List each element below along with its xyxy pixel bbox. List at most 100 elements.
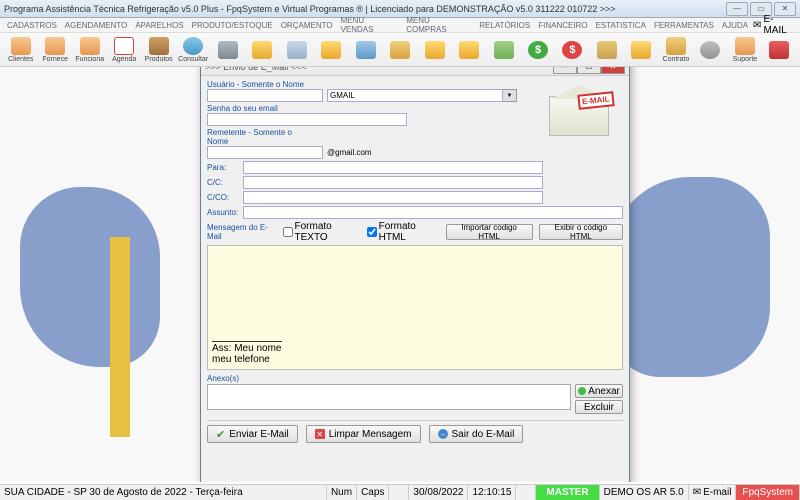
subject-input[interactable] bbox=[243, 206, 623, 219]
menu-email[interactable]: ✉ E-MAIL bbox=[753, 14, 796, 36]
menu-vendas[interactable]: MENU VENDAS bbox=[338, 15, 402, 35]
menu-relatorios[interactable]: RELATÓRIOS bbox=[476, 20, 533, 31]
arrow-icon: → bbox=[438, 429, 448, 439]
people-icon bbox=[11, 37, 31, 55]
desktop-area: >>> Envio de E_Mail <<< — ▭ ✕ E-MAIL Usu… bbox=[0, 67, 800, 482]
window-title: Programa Assistência Técnica Refrigeraçã… bbox=[4, 4, 726, 14]
send-email-button[interactable]: ✔Enviar E-Mail bbox=[207, 425, 298, 443]
tool-screen[interactable] bbox=[349, 35, 382, 65]
menu-aparelhos[interactable]: APARELHOS bbox=[132, 20, 186, 31]
tool-agenda[interactable]: Agenda bbox=[107, 35, 140, 65]
status-email[interactable]: ✉ E-mail bbox=[689, 485, 737, 500]
exit-icon bbox=[769, 41, 789, 59]
menu-ajuda[interactable]: AJUDA bbox=[719, 20, 751, 31]
message-textarea[interactable]: Ass: Meu nome meu telefone bbox=[207, 245, 623, 370]
sender-label: Remetente - Somente o Nome bbox=[207, 128, 307, 146]
status-blank2 bbox=[516, 485, 536, 500]
status-demo: DEMO OS AR 5.0 bbox=[600, 485, 689, 500]
tool-funciona[interactable]: Funciona bbox=[73, 35, 106, 65]
dialog-maximize[interactable]: ▭ bbox=[577, 67, 601, 74]
provider-combo[interactable] bbox=[327, 89, 503, 102]
status-num: Num bbox=[327, 485, 357, 500]
provider-dropdown[interactable]: ▼ bbox=[503, 89, 517, 102]
tool-produtos[interactable]: Produtos bbox=[142, 35, 175, 65]
to-input[interactable] bbox=[243, 161, 543, 174]
status-blank bbox=[389, 485, 409, 500]
password-input[interactable] bbox=[207, 113, 407, 126]
tool-folder1[interactable] bbox=[245, 35, 278, 65]
tool-clientes[interactable]: Clientes bbox=[4, 35, 37, 65]
money-out-icon: $ bbox=[562, 41, 582, 59]
subject-label: Assunto: bbox=[207, 208, 243, 217]
box-icon bbox=[149, 37, 169, 55]
menu-compras[interactable]: MENU COMPRAS bbox=[403, 15, 474, 35]
format-html-checkbox[interactable]: Formato HTML bbox=[367, 221, 440, 243]
menu-produto-estoque[interactable]: PRODUTO/ESTOQUE bbox=[189, 20, 276, 31]
tool-wrench[interactable] bbox=[211, 35, 244, 65]
menu-financeiro[interactable]: FINANCEIRO bbox=[535, 20, 590, 31]
email-illustration: E-MAIL bbox=[549, 80, 619, 140]
sender-input[interactable] bbox=[207, 146, 323, 159]
plus-icon bbox=[578, 387, 586, 395]
tool-money-in[interactable]: $ bbox=[521, 35, 554, 65]
dialog-title: >>> Envio de E_Mail <<< bbox=[205, 67, 553, 72]
chart-icon bbox=[494, 41, 514, 59]
tool-clip[interactable] bbox=[590, 35, 623, 65]
remove-attachment-button[interactable]: Excluir bbox=[575, 400, 623, 414]
tool-red[interactable] bbox=[763, 35, 796, 65]
sender-domain: @gmail.com bbox=[327, 148, 372, 157]
screen-icon bbox=[356, 41, 376, 59]
format-texto-checkbox[interactable]: Formato TEXTO bbox=[283, 221, 361, 243]
statusbar: SUA CIDADE - SP 30 de Agosto de 2022 - T… bbox=[0, 484, 800, 500]
import-html-button[interactable]: Importar codigo HTML bbox=[446, 224, 533, 240]
exit-email-button[interactable]: →Sair do E-Mail bbox=[429, 425, 524, 443]
menu-ferramentas[interactable]: FERRAMENTAS bbox=[651, 20, 717, 31]
folder-icon bbox=[321, 41, 341, 59]
attach-button[interactable]: Anexar bbox=[575, 384, 623, 398]
tool-folder5[interactable] bbox=[625, 35, 658, 65]
status-caps: Caps bbox=[357, 485, 389, 500]
tool-suporte[interactable]: Suporte bbox=[728, 35, 761, 65]
user-input[interactable] bbox=[207, 89, 323, 102]
dialog-close[interactable]: ✕ bbox=[601, 67, 625, 74]
menu-agendamento[interactable]: AGENDAMENTO bbox=[62, 20, 131, 31]
tool-folder3[interactable] bbox=[418, 35, 451, 65]
cc-input[interactable] bbox=[243, 176, 543, 189]
show-html-button[interactable]: Exibir o código HTML bbox=[539, 224, 623, 240]
tool-consultar[interactable]: Consultar bbox=[176, 35, 209, 65]
dialog-minimize[interactable]: — bbox=[553, 67, 577, 74]
menu-cadastros[interactable]: CADASTROS bbox=[4, 20, 60, 31]
password-label: Senha do seu email bbox=[207, 104, 307, 113]
tool-money-out[interactable]: $ bbox=[556, 35, 589, 65]
user-label: Usuário - Somente o Nome bbox=[207, 80, 307, 89]
tool-folder4[interactable] bbox=[452, 35, 485, 65]
cco-input[interactable] bbox=[243, 191, 543, 204]
people-icon bbox=[45, 37, 65, 55]
bg-decoration bbox=[610, 177, 770, 377]
toolbar: Clientes Fornece Funciona Agenda Produto… bbox=[0, 33, 800, 67]
email-dialog: >>> Envio de E_Mail <<< — ▭ ✕ E-MAIL Usu… bbox=[200, 67, 630, 482]
menu-orcamento[interactable]: ORÇAMENTO bbox=[278, 20, 336, 31]
tool-contrato[interactable]: Contrato bbox=[659, 35, 692, 65]
tool-chart[interactable] bbox=[487, 35, 520, 65]
minimize-button[interactable]: — bbox=[726, 2, 748, 16]
wrench-icon bbox=[218, 41, 238, 59]
status-master: MASTER bbox=[536, 485, 599, 500]
x-icon: ✕ bbox=[315, 429, 325, 439]
tool-mail[interactable] bbox=[280, 35, 313, 65]
attachment-list[interactable] bbox=[207, 384, 571, 410]
tool-gear[interactable] bbox=[694, 35, 727, 65]
menu-estatistica[interactable]: ESTATISTICA bbox=[593, 20, 649, 31]
document-icon bbox=[390, 41, 410, 59]
menubar: CADASTROS AGENDAMENTO APARELHOS PRODUTO/… bbox=[0, 18, 800, 33]
clear-message-button[interactable]: ✕Limpar Mensagem bbox=[306, 425, 421, 443]
dialog-titlebar[interactable]: >>> Envio de E_Mail <<< — ▭ ✕ bbox=[201, 67, 629, 76]
to-label: Para: bbox=[207, 163, 243, 172]
contract-icon bbox=[666, 37, 686, 55]
status-date: 30/08/2022 bbox=[409, 485, 468, 500]
gear-icon bbox=[700, 41, 720, 59]
tool-folder2[interactable] bbox=[314, 35, 347, 65]
tool-fornece[interactable]: Fornece bbox=[38, 35, 71, 65]
tool-lp[interactable] bbox=[383, 35, 416, 65]
folder-icon bbox=[631, 41, 651, 59]
